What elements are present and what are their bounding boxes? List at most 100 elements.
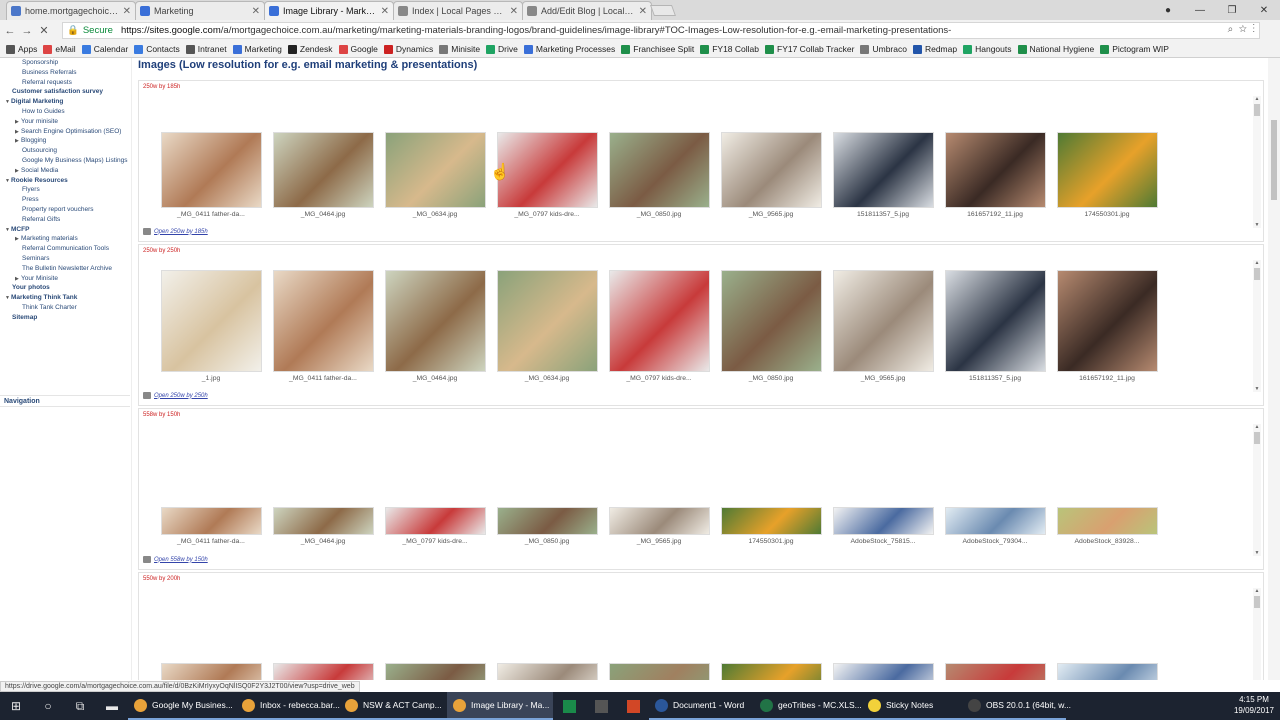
thumbnail-image[interactable] [272,132,374,208]
menu-icon[interactable]: ⋮ [1253,24,1256,35]
image-thumbnail[interactable]: 174550301.jpg [715,507,827,545]
scroll-down-icon[interactable]: ▼ [1253,386,1261,392]
open-folder-link[interactable]: Open 250w by 250h [143,392,208,399]
image-thumbnail[interactable]: _MG_0634.jpg [491,270,603,382]
sidebar-item[interactable]: ▶ Your Minisite [0,274,131,284]
sidebar-item[interactable]: ▼Marketing Think Tank [0,293,131,303]
image-thumbnail[interactable]: AdobeStock_79304... [939,507,1051,545]
pinned-app-icon[interactable] [585,692,617,720]
open-link-text[interactable]: Open 250w by 185h [154,229,208,235]
image-thumbnail[interactable] [827,663,939,680]
sidebar-item[interactable]: Referral Gifts [0,215,131,225]
sidebar-item[interactable]: ▼Rookie Resources [0,176,131,186]
bookmark-item[interactable]: eMail [43,44,76,54]
thumbnail-image[interactable] [720,663,822,680]
image-thumbnail[interactable] [491,663,603,680]
sidebar-item[interactable]: Seminars [0,254,131,264]
image-thumbnail[interactable]: 151811357_5.jpg [939,270,1051,382]
thumbnail-image[interactable] [384,663,486,680]
tab-4[interactable]: Index | Local Pages Cont ✕ [393,1,523,20]
scroll-up-icon[interactable]: ▲ [1253,96,1261,102]
image-thumbnail[interactable]: _MG_0411 father-da... [155,507,267,545]
sidebar-item[interactable]: Press [0,195,131,205]
image-thumbnail[interactable]: _MG_0797 kids-dre... [379,507,491,545]
thumbnail-image[interactable] [1056,507,1158,535]
image-thumbnail[interactable]: _MG_0411 father-da... [267,270,379,382]
thumbnail-image[interactable] [832,270,934,372]
sidebar-item[interactable]: Google My Business (Maps) Listings [0,156,131,166]
back-icon[interactable]: ← [3,25,17,37]
tab-1[interactable]: home.mortgagechoice.c ✕ [6,1,136,20]
image-thumbnail[interactable]: _MG_0850.jpg [603,132,715,218]
thumbnail-image[interactable] [272,663,374,680]
sidebar-item[interactable]: Outsourcing [0,146,131,156]
bookmark-item[interactable]: Franchisee Split [621,44,694,54]
sidebar-item[interactable]: The Bulletin Newsletter Archive [0,264,131,274]
image-thumbnail[interactable]: _MG_0850.jpg [715,270,827,382]
bookmark-item[interactable]: Marketing Processes [523,44,615,54]
thumbnail-image[interactable] [496,132,598,208]
sidebar-item[interactable]: ▶ Blogging [0,136,131,146]
image-thumbnail[interactable] [715,663,827,680]
bookmark-item[interactable]: Calendar [81,44,128,54]
section-scrollbar[interactable]: ▲▼ [1253,588,1261,680]
taskbar-app[interactable]: NSW & ACT Camp... [339,692,447,720]
image-thumbnail[interactable]: AdobeStock_83928... [1051,507,1163,545]
windows-start-icon[interactable]: ⊞ [0,692,32,720]
bookmark-item[interactable]: Redmap [912,44,957,54]
image-thumbnail[interactable]: _MG_0850.jpg [491,507,603,545]
tab-2[interactable]: Marketing ✕ [135,1,265,20]
thumbnail-image[interactable] [1056,663,1158,680]
taskbar-app[interactable]: OBS 20.0.1 (64bit, w... [962,692,1071,720]
open-folder-link[interactable]: Open 250w by 185h [143,228,208,235]
minimize-icon[interactable]: — [1184,5,1216,16]
thumbnail-image[interactable] [832,507,934,535]
thumbnail-image[interactable] [944,507,1046,535]
thumbnail-image[interactable] [944,663,1046,680]
bookmark-item[interactable]: Pictogram WIP [1100,44,1169,54]
thumbnail-image[interactable] [832,663,934,680]
section-scrollbar[interactable]: ▲▼ [1253,260,1261,392]
bookmark-item[interactable]: Minisite [439,44,480,54]
reload-icon[interactable]: ✕ [37,24,51,37]
taskbar-app[interactable]: Document1 - Word [649,692,754,720]
bookmark-star-icon[interactable]: ☆ [1239,24,1247,35]
bookmark-item[interactable]: Apps [6,44,37,54]
section-scrollbar-thumb[interactable] [1254,104,1260,116]
bookmark-item[interactable]: Drive [486,44,518,54]
image-thumbnail[interactable]: _MG_0464.jpg [267,507,379,545]
thumbnail-image[interactable] [608,663,710,680]
taskbar-app[interactable]: geoTribes - MC.XLS... [754,692,862,720]
tab-close-icon[interactable]: ✕ [123,6,131,17]
thumbnail-image[interactable] [944,270,1046,372]
zoom-search-icon[interactable]: ⌕ [1228,24,1234,35]
thumbnail-image[interactable] [160,663,262,680]
image-thumbnail[interactable]: 174550301.jpg [1051,132,1163,218]
sidebar-item[interactable]: Referral requests [0,78,131,88]
url-text[interactable]: https://sites.google.com/a/mortgagechoic… [121,25,951,36]
thumbnail-image[interactable] [720,132,822,208]
sidebar-item[interactable]: Customer satisfaction survey [0,87,131,97]
image-thumbnail[interactable] [603,663,715,680]
image-thumbnail[interactable]: _1.jpg [155,270,267,382]
image-thumbnail[interactable] [1051,663,1163,680]
sidebar-item[interactable]: Referral Communication Tools [0,244,131,254]
sidebar-item[interactable]: Flyers [0,185,131,195]
open-link-text[interactable]: Open 250w by 250h [154,393,208,399]
tab-close-icon[interactable]: ✕ [510,6,518,17]
sidebar-item[interactable]: ▶ Social Media [0,166,131,176]
sidebar-item[interactable]: Think Tank Charter [0,303,131,313]
page-scrollbar-thumb[interactable] [1271,120,1277,200]
image-thumbnail[interactable]: _MG_0464.jpg [267,132,379,218]
taskbar-app[interactable]: Google My Busines... [128,692,236,720]
open-folder-link[interactable]: Open 558w by 150h [143,556,208,563]
omnibox[interactable]: 🔒 Secure https://sites.google.com/a/mort… [62,22,1260,39]
bookmark-item[interactable]: FY17 Collab Tracker [765,44,854,54]
bookmark-item[interactable]: FY18 Collab [700,44,759,54]
bookmark-item[interactable]: Umbraco [860,44,907,54]
search-icon[interactable]: ○ [32,692,64,720]
bookmark-item[interactable]: Google [338,44,378,54]
thumbnail-image[interactable] [720,507,822,535]
sidebar-item[interactable]: ▶ Search Engine Optimisation (SEO) [0,127,131,137]
thumbnail-image[interactable] [384,270,486,372]
